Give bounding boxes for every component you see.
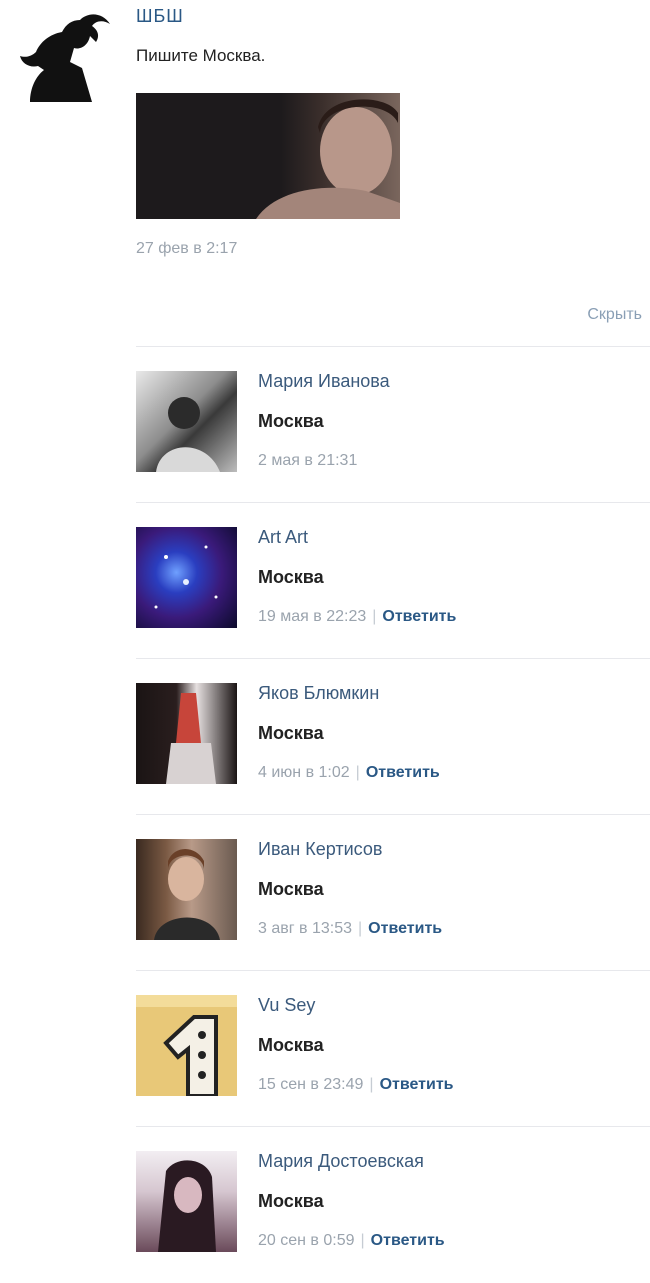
commenter-name[interactable]: Мария Достоевская bbox=[258, 1151, 424, 1172]
commenter-name[interactable]: Иван Кертисов bbox=[258, 839, 382, 860]
comment-text: Москва bbox=[258, 567, 324, 587]
commenter-avatar[interactable] bbox=[136, 839, 237, 940]
comment-text: Москва bbox=[258, 723, 324, 743]
meta-separator: | bbox=[369, 1076, 374, 1093]
comment-date[interactable]: 19 мая в 22:23 bbox=[258, 608, 366, 625]
commenter-name[interactable]: Art Art bbox=[258, 527, 308, 548]
post-date[interactable]: 27 фев в 2:17 bbox=[136, 240, 237, 258]
meta-separator: | bbox=[360, 1232, 365, 1249]
post-photo[interactable] bbox=[136, 93, 400, 219]
commenter-avatar[interactable] bbox=[136, 527, 237, 628]
post-text: Пишите Москва. bbox=[136, 46, 266, 65]
commenter-avatar[interactable] bbox=[136, 371, 237, 472]
comment-meta: 19 мая в 22:23 | Ответить bbox=[258, 608, 456, 626]
reply-link[interactable]: Ответить bbox=[368, 920, 442, 937]
meta-separator: | bbox=[358, 920, 363, 937]
comment-meta: 20 сен в 0:59 | Ответить bbox=[258, 1232, 445, 1250]
meta-separator: | bbox=[372, 608, 377, 625]
commenter-avatar[interactable] bbox=[136, 995, 237, 1096]
comment-text: Москва bbox=[258, 1191, 324, 1211]
comment-meta: 3 авг в 13:53 | Ответить bbox=[258, 920, 442, 938]
hide-comments-link[interactable]: Скрыть bbox=[587, 306, 642, 324]
person-photo-icon bbox=[156, 397, 220, 472]
commenter-avatar[interactable] bbox=[136, 683, 237, 784]
portrait-photo-icon bbox=[256, 99, 400, 219]
comment-item: Иван Кертисов Москва 3 авг в 13:53 | Ответ… bbox=[136, 814, 650, 971]
reply-link[interactable]: Ответить bbox=[371, 1232, 445, 1249]
author-avatar[interactable] bbox=[10, 6, 114, 106]
comment-text: Москва bbox=[258, 879, 324, 899]
number-one-icon bbox=[136, 995, 237, 1096]
comment-item: Vu Sey Москва 15 сен в 23:49 | Ответить bbox=[136, 970, 650, 1127]
reply-link[interactable]: Ответить bbox=[382, 608, 456, 625]
commenter-name[interactable]: Мария Иванова bbox=[258, 371, 390, 392]
post-author-name[interactable]: ШБШ bbox=[136, 6, 184, 27]
commenter-name[interactable]: Яков Блюмкин bbox=[258, 683, 379, 704]
galaxy-image-icon bbox=[154, 545, 218, 609]
commenter-avatar[interactable] bbox=[136, 1151, 237, 1252]
comment-text: Москва bbox=[258, 411, 324, 431]
reply-link[interactable]: Ответить bbox=[366, 764, 440, 781]
comment-date[interactable]: 3 авг в 13:53 bbox=[258, 920, 352, 937]
person-photo-icon bbox=[158, 1160, 216, 1252]
comment-item: Яков Блюмкин Москва 4 июн в 1:02 | Ответит… bbox=[136, 658, 650, 815]
comment-text: Москва bbox=[258, 1035, 324, 1055]
reply-link[interactable]: Ответить bbox=[380, 1076, 454, 1093]
comment-date[interactable]: 15 сен в 23:49 bbox=[258, 1076, 363, 1093]
comment-meta: 4 июн в 1:02 | Ответить bbox=[258, 764, 440, 782]
comment-date[interactable]: 2 мая в 21:31 bbox=[258, 452, 357, 469]
person-photo-icon bbox=[154, 849, 220, 940]
comment-date[interactable]: 20 сен в 0:59 bbox=[258, 1232, 355, 1249]
comment-date[interactable]: 4 июн в 1:02 bbox=[258, 764, 350, 781]
commenter-name[interactable]: Vu Sey bbox=[258, 995, 315, 1016]
meta-separator: | bbox=[355, 764, 360, 781]
goat-silhouette-icon bbox=[20, 14, 110, 102]
comment-item: Мария Достоевская Москва 20 сен в 0:59 | О… bbox=[136, 1126, 650, 1283]
comment-item: Мария Иванова Москва 2 мая в 21:31 bbox=[136, 346, 650, 503]
comment-item: Art Art Москва 19 мая в 22:23 | Ответить bbox=[136, 502, 650, 659]
person-photo-icon bbox=[166, 693, 216, 784]
comment-meta: 2 мая в 21:31 bbox=[258, 452, 357, 470]
comment-meta: 15 сен в 23:49 | Ответить bbox=[258, 1076, 454, 1094]
